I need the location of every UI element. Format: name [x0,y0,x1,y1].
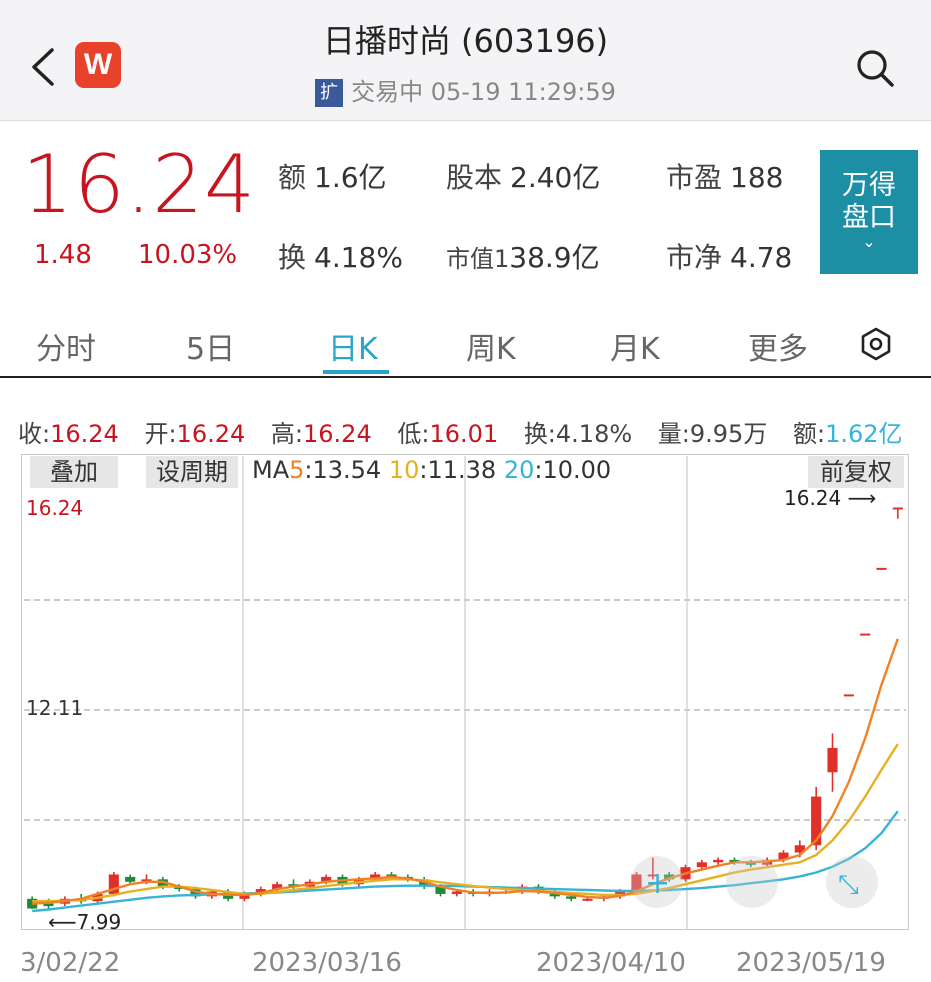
min-price-label: ⟵7.99 [48,910,122,934]
y-axis-max: 16.24 [26,496,84,520]
candle-body [566,896,577,899]
candle-body [451,891,462,894]
crosshair-icon: + [645,866,670,901]
overlay-button[interactable]: 叠加 [30,456,118,488]
candle-body [827,747,838,773]
expand-icon: ⤡ [838,870,859,900]
ma-legend: MA5:13.54 10:11.38 20:10.00 [252,456,612,484]
x-label-start: 3/02/22 [20,948,121,978]
candle-body [582,898,593,901]
candle-body [892,507,903,510]
set-period-button[interactable]: 设周期 [146,456,238,488]
max-price-label: 16.24 ⟶ [784,486,877,510]
candle-body [125,876,136,882]
candle-body [876,567,887,570]
x-label-mar16: 2023/03/16 [252,948,402,978]
x-label-apr10: 2023/04/10 [536,948,686,978]
candle-body [713,859,724,863]
candle-body [843,694,854,697]
candle-body [811,796,822,846]
adjust-forward-button[interactable]: 前复权 [808,456,904,488]
candle-body [860,633,871,636]
candle-body [696,862,707,868]
x-label-may19: 2023/05/19 [736,948,886,978]
zoom-button [726,856,778,908]
y-axis-mid: 12.11 [26,696,84,720]
